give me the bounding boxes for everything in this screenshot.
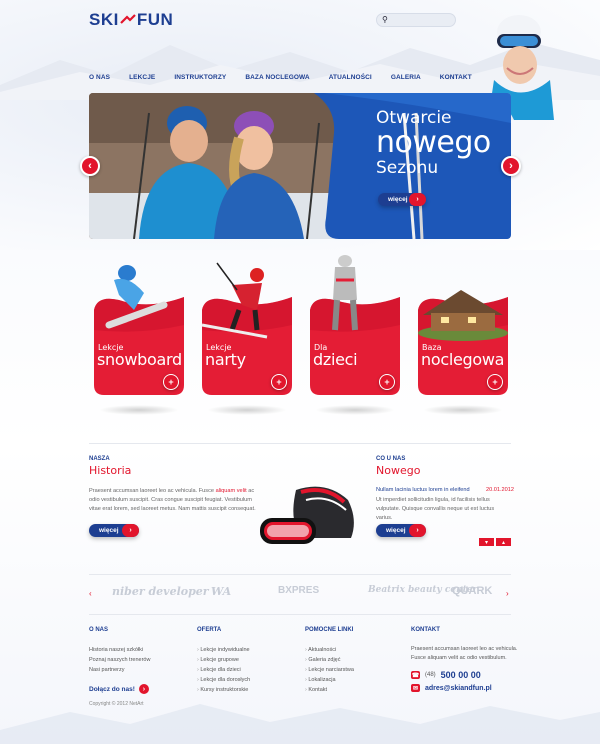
footer-about-heading: O NAS <box>89 627 109 633</box>
footer-link[interactable]: Galeria zdjęć <box>305 655 354 665</box>
footer-contact-heading: KONTAKT <box>411 627 440 633</box>
partner-niber[interactable]: niber developer <box>112 585 209 598</box>
history-text-a: Praesent accumsan laoreet leo ac vehicul… <box>89 488 214 494</box>
news-next-button[interactable]: ▾ <box>479 538 494 546</box>
chevron-right-icon: › <box>509 160 513 172</box>
ski-jumper-icon <box>120 14 136 24</box>
footer-offer-list: Lekcje indywidualne Lekcje grupowe Lekcj… <box>197 645 250 695</box>
arrow-right-icon: › <box>409 193 426 206</box>
bottom-mountains-illustration <box>0 704 600 744</box>
card-narty[interactable]: Lekcje narty + <box>197 255 297 415</box>
card-narty-title: narty <box>205 350 246 369</box>
history-more-label: więcej <box>99 527 119 534</box>
news-more-label: więcej <box>386 527 406 534</box>
news-item-title[interactable]: Nullam lacinia luctus lorem in eleifend <box>376 487 470 493</box>
divider <box>89 443 511 444</box>
phone-number: 500 00 00 <box>440 670 481 680</box>
chevron-up-icon: ▴ <box>501 539 505 546</box>
footer-link[interactable]: Aktualności <box>305 645 354 655</box>
footer-offer-heading: OFERTA <box>197 627 222 633</box>
hero-title-line2: nowego <box>376 125 491 160</box>
nav-lekcje[interactable]: LEKCJE <box>129 74 155 81</box>
footer-link[interactable]: Poznaj naszych trenerów <box>89 655 150 665</box>
partner-quark[interactable]: QUARK <box>452 585 492 597</box>
hero-more-label: więcej <box>388 196 408 203</box>
news-prev-button[interactable]: ▴ <box>496 538 511 546</box>
footer-link[interactable]: Lekcje dla dzieci <box>197 665 250 675</box>
helmet-goggles-image <box>260 486 354 544</box>
logo[interactable]: SKI FUN <box>89 10 173 30</box>
footer-about-list: Historia naszej szkółki Poznaj naszych t… <box>89 645 150 675</box>
slider-prev-button[interactable]: ‹ <box>80 156 100 176</box>
hero-title: Otwarcie nowego Sezonu <box>376 110 491 177</box>
nav-galeria[interactable]: GALERIA <box>391 74 421 81</box>
card-snowboard-title: snowboard <box>97 350 182 369</box>
footer-link[interactable]: Lekcje grupowe <box>197 655 250 665</box>
card-dzieci-title: dzieci <box>313 350 358 369</box>
phone-icon: ☎ <box>411 671 420 679</box>
contact-text-2: Fusce aliquam velit ac odio vestibulum. <box>411 655 507 661</box>
partners-prev-icon[interactable]: ‹ <box>89 589 92 598</box>
history-text-highlight[interactable]: aliquam velit <box>216 488 247 494</box>
plus-icon[interactable]: + <box>487 374 503 390</box>
search-input[interactable] <box>391 15 451 26</box>
plus-icon[interactable]: + <box>271 374 287 390</box>
news-item-date: 20.01.2012 <box>486 487 514 493</box>
news-item-text: Ut imperdiet sollicitudin ligula, id fac… <box>376 497 495 521</box>
history-heading: Historia <box>89 464 132 477</box>
card-shadow <box>315 405 395 415</box>
plus-icon[interactable]: + <box>379 374 395 390</box>
logo-text-fun: FUN <box>136 10 174 29</box>
footer-help-list: Aktualności Galeria zdjęć Lekcje narciar… <box>305 645 354 695</box>
nav-aktualnosci[interactable]: ATUALNOŚCI <box>329 74 372 81</box>
search-icon: ⚲ <box>382 15 388 24</box>
footer-link[interactable]: Lokalizacja <box>305 675 354 685</box>
footer-link[interactable]: Lekcje narciarstwa <box>305 665 354 675</box>
slider-next-button[interactable]: › <box>501 156 521 176</box>
hero-title-line3: Sezonu <box>376 158 439 178</box>
contact-phone[interactable]: ☎ (48) 500 00 00 <box>411 670 481 680</box>
contact-text-1: Praesent accumsan laoreet leo ac vehicul… <box>411 646 518 652</box>
history-text: Praesent accumsan laoreet leo ac vehicul… <box>89 487 265 514</box>
divider <box>89 614 511 615</box>
card-shadow <box>207 405 287 415</box>
partner-bxpres[interactable]: BXPRES <box>278 585 319 596</box>
nav-kontakt[interactable]: KONTAKT <box>440 74 472 81</box>
plus-icon[interactable]: + <box>163 374 179 390</box>
main-nav: O NAS LEKCJE INSTRUKTORZY BAZA NOCLEGOWA… <box>89 74 491 81</box>
divider <box>89 574 511 575</box>
card-shadow <box>99 405 179 415</box>
nav-baza-noclegowa[interactable]: BAZA NOCLEGOWA <box>245 74 309 81</box>
card-snowboard[interactable]: Lekcje snowboard + <box>89 255 189 415</box>
news-more-button[interactable]: więcej › <box>376 524 426 537</box>
history-small-heading: NASZA <box>89 456 110 462</box>
partners-next-icon[interactable]: › <box>506 589 509 598</box>
nav-instruktorzy[interactable]: INSTRUKTORZY <box>174 74 226 81</box>
footer-link[interactable]: Historia naszej szkółki <box>89 645 150 655</box>
card-noclegowa[interactable]: Baza noclegowa + <box>413 255 513 415</box>
chevron-down-icon: ▾ <box>484 539 488 546</box>
card-dzieci[interactable]: Dla dzieci + <box>305 255 405 415</box>
card-shadow <box>423 405 503 415</box>
news-small-heading: CO U NAS <box>376 456 406 462</box>
logo-text-ski: SKI <box>89 10 119 29</box>
arrow-right-icon: › <box>409 524 426 537</box>
chevron-left-icon: ‹ <box>88 160 92 172</box>
footer-help-heading: POMOCNE LINKI <box>305 627 354 633</box>
hero-more-button[interactable]: więcej › <box>378 193 426 206</box>
search-box[interactable]: ⚲ <box>376 13 456 27</box>
partner-wa[interactable]: WA <box>211 585 231 598</box>
footer-link[interactable]: Lekcje indywidualne <box>197 645 250 655</box>
card-noclegowa-title: noclegowa <box>421 350 505 369</box>
footer-link[interactable]: Nasi partnerzy <box>89 665 150 675</box>
nav-o-nas[interactable]: O NAS <box>89 74 110 81</box>
arrow-right-icon: › <box>122 524 139 537</box>
news-heading: Nowego <box>376 464 421 477</box>
history-more-button[interactable]: więcej › <box>89 524 139 537</box>
footer-link[interactable]: Lekcje dla dorosłych <box>197 675 250 685</box>
page: SKI FUN ⚲ O NAS LEKCJE INSTRUKTORZY BAZA … <box>0 0 600 744</box>
phone-prefix: (48) <box>425 672 436 678</box>
